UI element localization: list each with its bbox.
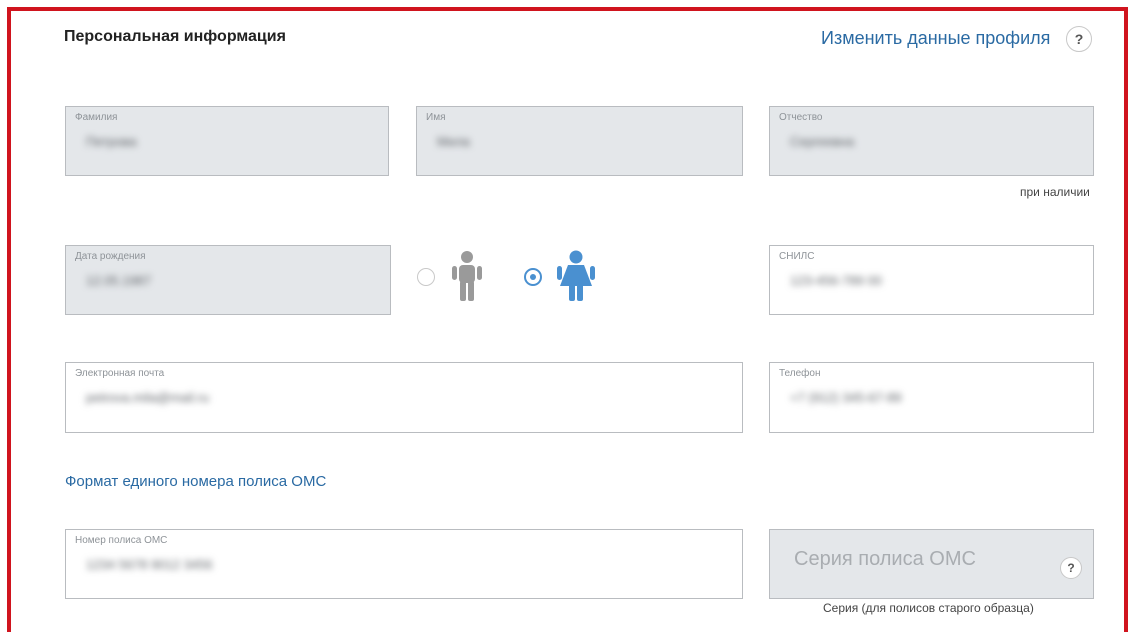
patronymic-hint: при наличии <box>1020 185 1090 199</box>
policy-series-help-button[interactable]: ? <box>1060 557 1082 579</box>
lastname-value: Петрова <box>86 134 137 149</box>
policy-number-label: Номер полиса ОМС <box>75 535 168 546</box>
policy-series-placeholder: Серия полиса ОМС <box>794 548 976 570</box>
lastname-field[interactable]: Фамилия Петрова <box>65 106 389 176</box>
phone-field[interactable]: Телефон +7 (912) 345-67-89 <box>769 362 1094 433</box>
birthdate-label: Дата рождения <box>75 251 146 262</box>
phone-value: +7 (912) 345-67-89 <box>790 390 902 405</box>
gender-female-radio[interactable] <box>524 268 542 286</box>
email-field[interactable]: Электронная почта petrova.mila@mail.ru <box>65 362 743 433</box>
help-button[interactable]: ? <box>1066 26 1092 52</box>
snils-field[interactable]: СНИЛС 123-456-789 00 <box>769 245 1094 315</box>
gender-male-radio[interactable] <box>417 268 435 286</box>
section-title: Персональная информация <box>64 28 286 45</box>
patronymic-value: Сергеевна <box>790 134 855 149</box>
email-label: Электронная почта <box>75 368 165 379</box>
firstname-field[interactable]: Имя Мила <box>416 106 743 176</box>
question-icon: ? <box>1067 561 1075 575</box>
firstname-value: Мила <box>437 134 470 149</box>
question-icon: ? <box>1074 31 1084 47</box>
policy-number-field[interactable]: Номер полиса ОМС 1234 5678 9012 3456 <box>65 529 743 599</box>
birthdate-field[interactable]: Дата рождения 12.05.1987 <box>65 245 391 315</box>
policy-series-hint: Серия (для полисов старого образца) <box>823 601 1034 615</box>
male-icon <box>450 250 484 302</box>
female-icon <box>556 250 596 302</box>
policy-format-link[interactable]: Формат единого номера полиса ОМС <box>65 473 326 490</box>
edit-profile-link[interactable]: Изменить данные профиля <box>821 28 1050 49</box>
policy-series-field[interactable]: Серия полиса ОМС ? <box>769 529 1094 599</box>
firstname-label: Имя <box>426 112 446 123</box>
birthdate-value: 12.05.1987 <box>86 273 152 288</box>
phone-label: Телефон <box>779 368 821 379</box>
email-value: petrova.mila@mail.ru <box>86 390 210 405</box>
lastname-label: Фамилия <box>75 112 118 123</box>
snils-label: СНИЛС <box>779 251 815 262</box>
policy-number-value: 1234 5678 9012 3456 <box>86 557 213 572</box>
snils-value: 123-456-789 00 <box>790 273 882 288</box>
patronymic-label: Отчество <box>779 112 823 123</box>
patronymic-field[interactable]: Отчество Сергеевна <box>769 106 1094 176</box>
